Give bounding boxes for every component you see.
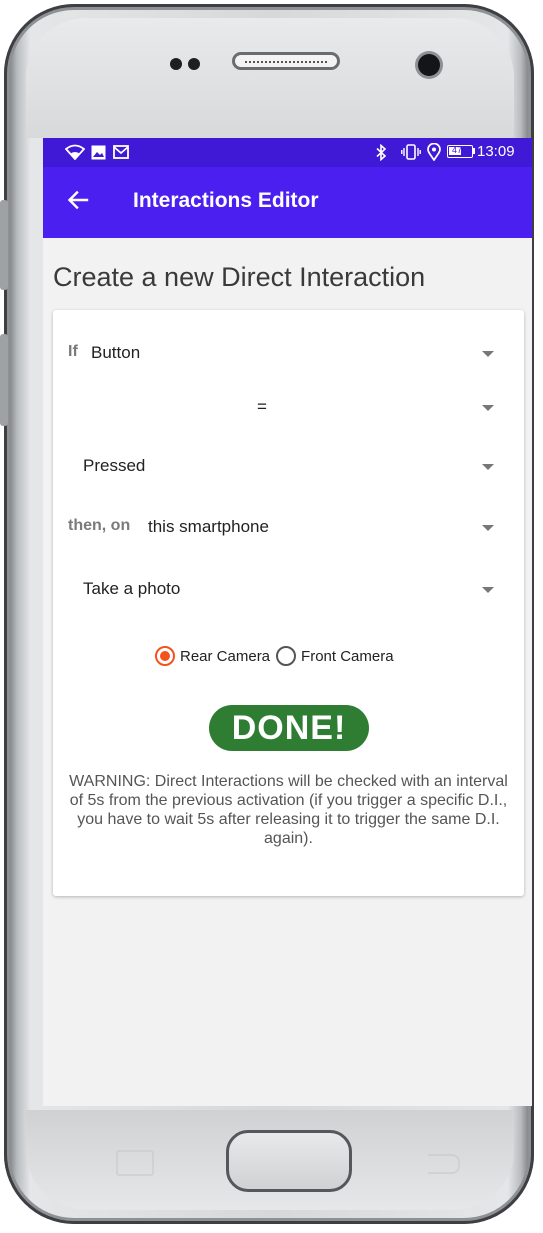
arrow-left-icon[interactable] [65,187,91,213]
then-on-label: then, on [68,517,131,534]
front-camera-radio[interactable] [276,646,297,666]
front-camera-label[interactable]: Front Camera [301,648,394,665]
recent-apps-key[interactable] [116,1150,154,1176]
warning-text: WARNING: Direct Interactions will be che… [69,773,508,847]
app-bar-title: Interactions Editor [133,189,319,212]
home-button[interactable] [226,1130,352,1192]
page-title: Create a new Direct Interaction [53,262,426,292]
vibrate-icon [401,144,421,160]
bluetooth-icon [376,144,387,161]
wifi-icon [65,144,85,160]
battery-tip [473,148,475,154]
done-button[interactable]: DONE! [209,705,369,751]
battery-level: 47 [452,145,463,155]
clock: 13:09 [477,143,515,160]
target-device-value: this smartphone [148,517,269,536]
chevron-down-icon [482,587,494,593]
chevron-down-icon [482,405,494,411]
operator-value: = [257,397,267,416]
gmail-icon [113,145,129,159]
state-dropdown[interactable]: Pressed [53,447,524,487]
volume-button [0,200,8,290]
chevron-down-icon [482,351,494,357]
chevron-down-icon [482,525,494,531]
action-value: Take a photo [83,579,181,598]
chevron-down-icon [482,464,494,470]
camera-radio-group: Rear Camera Front Camera [155,646,400,666]
rear-camera-radio[interactable] [155,646,175,666]
phone-top-bezel [26,18,514,138]
earpiece-speaker [232,52,340,70]
if-source-value: Button [91,343,141,362]
action-dropdown[interactable]: Take a photo [53,570,524,610]
back-key[interactable] [428,1154,460,1174]
app-bar: Interactions Editor [43,167,532,238]
image-icon [91,145,106,160]
if-source-dropdown[interactable]: If Button [53,334,524,374]
location-icon [427,143,441,161]
status-bar: 47 13:09 [43,138,532,167]
side-button [0,334,8,426]
interaction-form-card: If Button = Pressed then, on this smartp… [53,310,524,896]
if-label: If [68,343,78,360]
operator-dropdown[interactable]: = [53,388,524,428]
state-value: Pressed [83,456,146,475]
screen: 47 13:09 Interactions Editor Create a ne… [43,138,532,1106]
front-camera-lens [418,54,440,76]
sensor-dot [170,58,182,70]
rear-camera-label[interactable]: Rear Camera [180,648,270,665]
target-device-dropdown[interactable]: then, on this smartphone [53,508,524,548]
battery-icon: 47 [447,145,473,158]
sensor-dot [188,58,200,70]
